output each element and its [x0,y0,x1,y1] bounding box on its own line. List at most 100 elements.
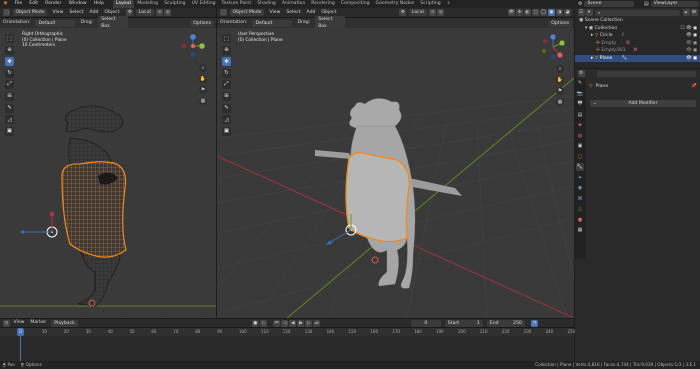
visibility-icons[interactable]: 👁 ◼ [686,55,697,63]
transform-orientation-dropdown[interactable]: Local [408,9,427,16]
properties-editor-icon[interactable]: ⚙ [577,70,585,77]
measure-tool[interactable]: ◿ [222,115,231,125]
workspace-tab-uv-editing[interactable]: UV Editing [189,0,219,8]
object-tab-icon[interactable]: ▢ [576,153,584,161]
add-cube-tool[interactable]: ▣ [5,126,14,136]
prev-key-icon[interactable]: ◁ [281,319,289,327]
visibility-icons[interactable]: ☐ 👁 ◼ [680,25,697,33]
cursor-tool[interactable]: ⊕ [222,45,231,55]
shading-solid-icon[interactable]: ● [548,9,555,16]
annotate-tool[interactable]: ✎ [5,103,14,113]
zoom-icon[interactable]: ⌕ [556,65,564,73]
outliner-search-field[interactable]: ⌕ [595,9,680,16]
grid-toggle-icon[interactable]: ▦ [199,97,207,105]
overlays-icon[interactable]: ◐ [524,9,531,16]
constraints-tab-icon[interactable]: ⌘ [576,195,584,203]
workspace-tab-animation[interactable]: Animation [279,0,308,8]
menu-view[interactable]: View [49,8,66,17]
properties-search[interactable] [597,70,696,77]
workspace-tab-layout[interactable]: Layout [112,0,135,8]
transform-tool[interactable]: ⊞ [5,91,14,101]
outliner-row-plane[interactable]: ▸ ▽ Plane 🔧 👁 ◼ [575,54,700,63]
scene-tab-icon[interactable]: ◈ [576,121,584,129]
timeline-menu-marker[interactable]: Marker [27,319,49,327]
zoom-icon[interactable]: ⌕ [199,64,207,72]
physics-tab-icon[interactable]: ◉ [576,184,584,192]
menu-select[interactable]: Select [283,8,303,17]
menu-edit[interactable]: Edit [26,0,42,8]
outliner-row-empty[interactable]: ✣ Empty ⌘ 👁 ◼ [575,40,700,48]
view-layer-selector[interactable]: ▤ ViewLayer [644,1,700,7]
annotate-tool[interactable]: ✎ [222,103,231,113]
editor-type-icon[interactable]: ⬚ [3,9,10,16]
shading-wireframe-icon[interactable]: ◯ [540,9,547,16]
outliner-row-empty-001[interactable]: ✣ Empty.001 ⌘ 👁 ◼ [575,47,700,55]
view-layer-tab-icon[interactable]: ▤ [576,111,584,119]
view-layer-name[interactable]: ViewLayer [650,1,699,7]
orientation-dropdown[interactable]: Default [35,19,76,27]
play-icon[interactable]: ▶ [297,319,305,327]
shading-material-icon[interactable]: ◑ [556,9,563,16]
playback-dropdown[interactable]: Playback [51,319,78,327]
rotate-tool[interactable]: ↻ [5,68,14,78]
menu-render[interactable]: Render [42,0,65,8]
scene-name[interactable]: Scene [584,1,635,7]
record-icon[interactable]: ● [251,319,259,327]
transform-orientation-dropdown[interactable]: Local [135,9,154,16]
menu-view[interactable]: View [266,8,283,17]
options-dropdown[interactable]: Options [548,19,572,27]
add-modifier-button[interactable]: ⌄ Add Modifier [590,100,696,107]
next-key-icon[interactable]: ▷ [305,319,313,327]
world-tab-icon[interactable]: ◍ [576,132,584,140]
move-tool[interactable]: ✥ [5,57,14,67]
camera-icon[interactable]: ⚑ [556,87,564,95]
transform-tool[interactable]: ⊞ [222,91,231,101]
timeline-options-icon[interactable]: ◔ [530,319,538,327]
mode-dropdown[interactable]: Object Mode [12,9,48,16]
proportional-edit-icon[interactable]: ◎ [164,9,172,16]
pin-icon[interactable]: 📌 [691,84,697,89]
orientation-dropdown[interactable]: Default [252,19,293,27]
workspace-tab-shading[interactable]: Shading [254,0,279,8]
current-frame-field[interactable]: 0 [410,319,441,327]
pan-hand-icon[interactable]: ✋ [556,76,564,84]
rotate-tool[interactable]: ↻ [222,68,231,78]
timeline-menu-view[interactable]: View [11,319,28,327]
xray-icon[interactable]: ▢ [532,9,539,16]
play-reverse-icon[interactable]: ◀ [289,319,297,327]
jump-start-icon[interactable]: ⏮ [273,319,281,327]
particles-tab-icon[interactable]: ✦ [576,174,584,182]
workspace-tab-rendering[interactable]: Rendering [308,0,337,8]
transform-orientation-icon[interactable]: ✥ [399,9,407,16]
display-mode-icon[interactable]: ▾ [585,9,593,16]
collection-tab-icon[interactable]: ▣ [576,142,584,150]
timeline-track[interactable] [0,336,574,361]
editor-type-icon[interactable]: ⬚ [220,9,227,16]
select-box-tool[interactable]: ⬚ [5,34,14,43]
mode-dropdown[interactable]: Object Mode [229,9,265,16]
start-frame-field[interactable]: Start 1 [444,319,483,327]
timeline-ruler[interactable]: 0 10 20 30 40 50 60 70 80 90 100 110 120 130 140 150 160… [0,328,575,336]
grid-toggle-icon[interactable]: ▦ [556,98,564,106]
add-workspace-button[interactable]: + [444,0,454,8]
filter-icon[interactable]: ⏷ [682,9,690,16]
outliner-row-collection[interactable]: ▾ ▣ Collection ☐ 👁 ◼ [575,25,700,33]
move-tool[interactable]: ✥ [222,57,231,67]
outliner-editor-icon[interactable]: ☰ [577,9,585,16]
visibility-icons[interactable]: 👁 ◼ [686,47,697,55]
snap-icon[interactable]: ⊙ [429,9,437,16]
snap-icon[interactable]: ⊙ [156,9,164,16]
menu-window[interactable]: Window [65,0,90,8]
outliner-row-scene-collection[interactable]: ▣ Scene Collection [575,17,700,25]
navigation-gizmo[interactable] [180,33,206,59]
tool-tab-icon[interactable]: ✎ [576,79,584,87]
texture-tab-icon[interactable]: ▦ [576,226,584,234]
right-viewport[interactable]: ⬚ ⊕ ✥ ↻ ⤢ ⊞ ✎ ◿ ▣ User Perspective (0) C… [217,28,574,318]
menu-help[interactable]: Help [90,0,107,8]
jump-end-icon[interactable]: ⏭ [313,319,321,327]
keying-icon[interactable]: ◇ [259,319,267,327]
visibility-icons[interactable]: 👁 ◼ [686,32,697,40]
blender-logo-icon[interactable]: ◉ [0,0,11,8]
material-tab-icon[interactable]: ● [576,216,584,224]
options-dropdown[interactable]: Options [190,19,214,27]
